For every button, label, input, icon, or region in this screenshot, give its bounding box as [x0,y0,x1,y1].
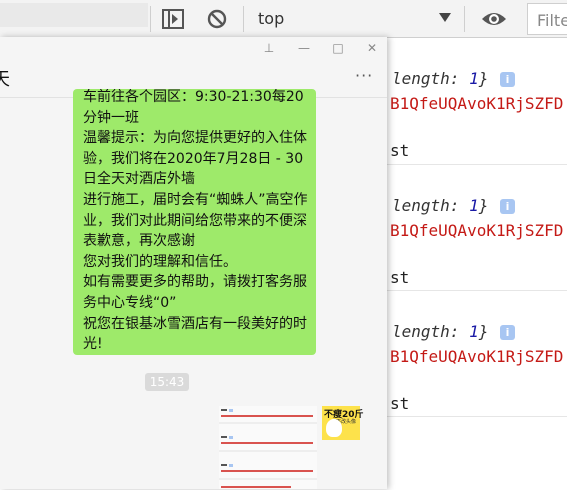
message-bubble[interactable]: 车前往各个园区：9:30-21:30每20分钟一班 温馨提示：为向您提供更好的入… [73,89,316,355]
toolbar-divider [150,6,151,32]
more-options-button[interactable]: ··· [355,66,373,85]
close-button[interactable]: ✕ [364,40,380,56]
info-icon[interactable]: i [500,72,515,87]
sticker-image[interactable]: 不瘦20斤 不改头像 [322,406,364,440]
info-icon[interactable]: i [500,199,515,214]
object-preview[interactable]: length: 1} [392,196,488,215]
image-thumbnail[interactable] [219,406,317,489]
type-label: st [390,394,410,413]
toolbar-divider [464,6,465,32]
clear-console-icon[interactable] [206,9,228,29]
minimize-button[interactable]: — [296,40,312,56]
object-preview[interactable]: length: 1} [392,69,488,88]
maximize-button[interactable]: □ [330,40,346,56]
pin-icon[interactable]: ⊥ [261,40,277,56]
context-dropdown-arrow-icon[interactable] [439,13,451,22]
object-preview[interactable]: length: 1} [392,322,488,341]
string-value: B1QfeUQAvoK1RjSZFD [390,221,564,240]
window-titlebar: ⊥ — □ ✕ [0,37,387,60]
devtools-tab-strip[interactable] [0,3,148,27]
context-selector[interactable]: top [258,9,284,28]
sticker-character-icon [326,419,342,437]
message-timestamp: 15:43 [145,373,189,391]
info-icon[interactable]: i [500,325,515,340]
string-value: B1QfeUQAvoK1RjSZFD [390,94,564,113]
filter-placeholder: Filte [537,11,567,30]
string-value: B1QfeUQAvoK1RjSZFD [390,347,564,366]
type-label: st [390,141,410,160]
chat-title: 天 [0,69,10,90]
screenshot-preview-icon [219,406,317,489]
live-expression-eye-icon[interactable] [481,9,507,29]
type-label: st [390,268,410,287]
chat-window: ⊥ — □ ✕ 天 ··· 车前往各个园区：9:30-21:30每20分钟一班 … [0,37,387,489]
toolbar-divider [243,6,244,32]
filter-input[interactable]: Filte [527,3,567,35]
devtools-toolbar: top Filte [0,0,567,38]
message-text: 车前往各个园区：9:30-21:30每20分钟一班 温馨提示：为向您提供更好的入… [83,89,308,353]
sidebar-toggle-icon[interactable] [162,9,184,29]
